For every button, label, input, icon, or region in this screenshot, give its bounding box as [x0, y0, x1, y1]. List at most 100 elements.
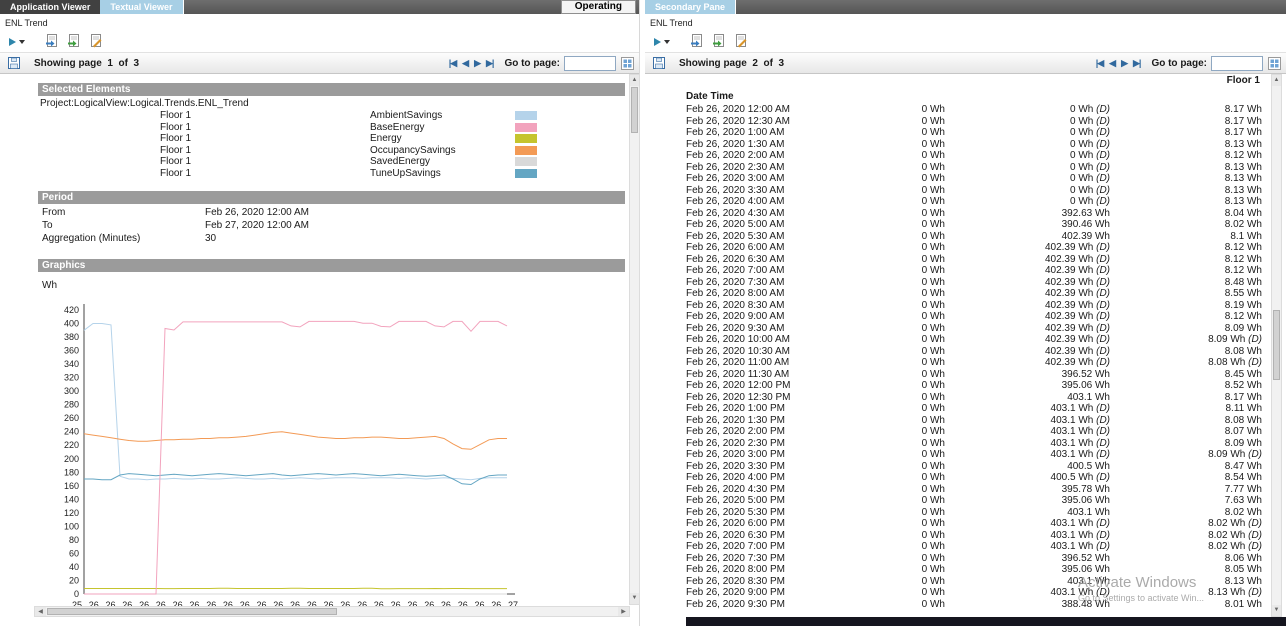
scroll-up-icon[interactable]: ▲: [1272, 75, 1281, 86]
next-page-button[interactable]: ▶: [1118, 58, 1130, 69]
table-row[interactable]: Feb 26, 2020 5:30 AM 0 Wh 402.39 Wh 8.1 …: [680, 231, 1270, 243]
cell-value-3: 8.02 Wh (D): [1110, 541, 1262, 553]
table-row[interactable]: Feb 26, 2020 9:30 AM 0 Wh 402.39 Wh (D) …: [680, 323, 1270, 335]
table-row[interactable]: Feb 26, 2020 8:00 AM 0 Wh 402.39 Wh (D) …: [680, 288, 1270, 300]
right-vertical-scrollbar[interactable]: ▲ ▼: [1271, 74, 1282, 617]
table-row[interactable]: Feb 26, 2020 1:30 AM 0 Wh 0 Wh (D) 8.13 …: [680, 139, 1270, 151]
table-row[interactable]: Feb 26, 2020 4:30 PM 0 Wh 395.78 Wh 7.77…: [680, 484, 1270, 496]
table-row[interactable]: Feb 26, 2020 1:30 PM 0 Wh 403.1 Wh (D) 8…: [680, 415, 1270, 427]
table-row[interactable]: Feb 26, 2020 7:30 AM 0 Wh 402.39 Wh (D) …: [680, 277, 1270, 289]
table-row[interactable]: Feb 26, 2020 10:30 AM 0 Wh 402.39 Wh (D)…: [680, 346, 1270, 358]
last-page-button[interactable]: ▶|: [1130, 58, 1143, 69]
legend-item[interactable]: Floor 1 Energy: [34, 133, 630, 145]
left-vscroll-thumb[interactable]: [631, 87, 638, 133]
scroll-left-icon[interactable]: ◀: [35, 607, 46, 616]
cell-datetime: Feb 26, 2020 7:30 PM: [680, 553, 850, 565]
table-row[interactable]: Feb 26, 2020 6:00 PM 0 Wh 403.1 Wh (D) 8…: [680, 518, 1270, 530]
scroll-down-icon[interactable]: ▼: [1272, 605, 1281, 616]
table-row[interactable]: Feb 26, 2020 2:30 AM 0 Wh 0 Wh (D) 8.13 …: [680, 162, 1270, 174]
legend-item[interactable]: Floor 1 SavedEnergy: [34, 156, 630, 168]
save-icon[interactable]: [653, 57, 665, 69]
scroll-up-icon[interactable]: ▲: [630, 75, 639, 86]
run-icon[interactable]: [652, 37, 670, 47]
period-label: Aggregation (Minutes): [42, 232, 140, 245]
table-row[interactable]: Feb 26, 2020 11:30 AM 0 Wh 396.52 Wh 8.4…: [680, 369, 1270, 381]
export-document-icon[interactable]: [688, 34, 705, 50]
table-row[interactable]: Feb 26, 2020 9:00 AM 0 Wh 402.39 Wh (D) …: [680, 311, 1270, 323]
table-row[interactable]: Feb 26, 2020 1:00 AM 0 Wh 0 Wh (D) 8.17 …: [680, 127, 1270, 139]
table-row[interactable]: Feb 26, 2020 8:30 AM 0 Wh 402.39 Wh (D) …: [680, 300, 1270, 312]
cell-value-2: 402.39 Wh (D): [945, 277, 1110, 289]
table-row[interactable]: Feb 26, 2020 11:00 AM 0 Wh 402.39 Wh (D)…: [680, 357, 1270, 369]
table-row[interactable]: Feb 26, 2020 3:00 AM 0 Wh 0 Wh (D) 8.13 …: [680, 173, 1270, 185]
print-document-icon[interactable]: [732, 34, 749, 50]
tab-textual-viewer[interactable]: Textual Viewer: [100, 0, 183, 14]
table-row[interactable]: Feb 26, 2020 3:00 PM 0 Wh 403.1 Wh (D) 8…: [680, 449, 1270, 461]
scroll-right-icon[interactable]: ▶: [618, 607, 629, 616]
legend-item[interactable]: Floor 1 AmbientSavings: [34, 110, 630, 122]
run-options-chevron-icon[interactable]: [664, 40, 670, 44]
cell-value-3: 8.08 Wh (D): [1110, 357, 1262, 369]
run-options-chevron-icon[interactable]: [19, 40, 25, 44]
table-row[interactable]: Feb 26, 2020 9:30 PM 0 Wh 388.48 Wh 8.01…: [680, 599, 1270, 611]
legend-item[interactable]: Floor 1 OccupancySavings: [34, 145, 630, 157]
left-vertical-scrollbar[interactable]: ▲ ▼: [629, 74, 640, 605]
prev-page-button[interactable]: ◀: [459, 58, 471, 69]
table-row[interactable]: Feb 26, 2020 2:00 PM 0 Wh 403.1 Wh (D) 8…: [680, 426, 1270, 438]
last-page-button[interactable]: ▶|: [483, 58, 496, 69]
import-document-icon[interactable]: [65, 34, 82, 50]
table-row[interactable]: Feb 26, 2020 4:30 AM 0 Wh 392.63 Wh 8.04…: [680, 208, 1270, 220]
run-icon[interactable]: [7, 37, 25, 47]
scroll-down-icon[interactable]: ▼: [630, 593, 639, 604]
table-row[interactable]: Feb 26, 2020 8:30 PM 0 Wh 403.1 Wh 8.13 …: [680, 576, 1270, 588]
table-row[interactable]: Feb 26, 2020 7:00 PM 0 Wh 403.1 Wh (D) 8…: [680, 541, 1270, 553]
cell-value-3: 8.55 Wh: [1110, 288, 1262, 300]
table-row[interactable]: Feb 26, 2020 3:30 PM 0 Wh 400.5 Wh 8.47 …: [680, 461, 1270, 473]
cell-value-1: 0 Wh: [850, 484, 945, 496]
table-row[interactable]: Feb 26, 2020 6:30 AM 0 Wh 402.39 Wh (D) …: [680, 254, 1270, 266]
table-row[interactable]: Feb 26, 2020 12:00 AM 0 Wh 0 Wh (D) 8.17…: [680, 104, 1270, 116]
export-document-icon[interactable]: [43, 34, 60, 50]
table-row[interactable]: Feb 26, 2020 7:00 AM 0 Wh 402.39 Wh (D) …: [680, 265, 1270, 277]
cell-datetime: Feb 26, 2020 3:30 AM: [680, 185, 850, 197]
table-row[interactable]: Feb 26, 2020 4:00 PM 0 Wh 400.5 Wh (D) 8…: [680, 472, 1270, 484]
table-row[interactable]: Feb 26, 2020 2:00 AM 0 Wh 0 Wh (D) 8.12 …: [680, 150, 1270, 162]
table-row[interactable]: Feb 26, 2020 12:30 PM 0 Wh 403.1 Wh 8.17…: [680, 392, 1270, 404]
goto-page-input[interactable]: [1211, 56, 1263, 71]
print-document-icon[interactable]: [87, 34, 104, 50]
export-table-icon[interactable]: [621, 57, 634, 70]
table-row[interactable]: Feb 26, 2020 6:30 PM 0 Wh 403.1 Wh (D) 8…: [680, 530, 1270, 542]
tab-secondary-pane[interactable]: Secondary Pane: [645, 0, 736, 14]
legend-item[interactable]: Floor 1 BaseEnergy: [34, 122, 630, 134]
left-hscroll-thumb[interactable]: [47, 608, 337, 615]
table-row[interactable]: Feb 26, 2020 5:00 AM 0 Wh 390.46 Wh 8.02…: [680, 219, 1270, 231]
table-row[interactable]: Feb 26, 2020 1:00 PM 0 Wh 403.1 Wh (D) 8…: [680, 403, 1270, 415]
table-row[interactable]: Feb 26, 2020 7:30 PM 0 Wh 396.52 Wh 8.06…: [680, 553, 1270, 565]
save-icon[interactable]: [8, 57, 20, 69]
prev-page-button[interactable]: ◀: [1106, 58, 1118, 69]
legend-item[interactable]: Floor 1 TuneUpSavings: [34, 168, 630, 180]
table-row[interactable]: Feb 26, 2020 4:00 AM 0 Wh 0 Wh (D) 8.13 …: [680, 196, 1270, 208]
next-page-button[interactable]: ▶: [471, 58, 483, 69]
first-page-button[interactable]: |◀: [1093, 58, 1106, 69]
goto-page-input[interactable]: [564, 56, 616, 71]
cell-value-3: 8.45 Wh: [1110, 369, 1262, 381]
first-page-button[interactable]: |◀: [446, 58, 459, 69]
table-row[interactable]: Feb 26, 2020 2:30 PM 0 Wh 403.1 Wh (D) 8…: [680, 438, 1270, 450]
table-row[interactable]: Feb 26, 2020 8:00 PM 0 Wh 395.06 Wh 8.05…: [680, 564, 1270, 576]
table-row[interactable]: Feb 26, 2020 5:00 PM 0 Wh 395.06 Wh 7.63…: [680, 495, 1270, 507]
right-vscroll-thumb[interactable]: [1273, 310, 1280, 380]
table-row[interactable]: Feb 26, 2020 3:30 AM 0 Wh 0 Wh (D) 8.13 …: [680, 185, 1270, 197]
operating-button[interactable]: Operating: [561, 0, 636, 14]
table-row[interactable]: Feb 26, 2020 6:00 AM 0 Wh 402.39 Wh (D) …: [680, 242, 1270, 254]
table-row[interactable]: Feb 26, 2020 5:30 PM 0 Wh 403.1 Wh 8.02 …: [680, 507, 1270, 519]
export-table-icon[interactable]: [1268, 57, 1281, 70]
import-document-icon[interactable]: [710, 34, 727, 50]
table-row[interactable]: Feb 26, 2020 12:30 AM 0 Wh 0 Wh (D) 8.17…: [680, 116, 1270, 128]
table-row[interactable]: Feb 26, 2020 9:00 PM 0 Wh 403.1 Wh (D) 8…: [680, 587, 1270, 599]
tab-application-viewer[interactable]: Application Viewer: [0, 0, 100, 14]
table-row[interactable]: Feb 26, 2020 10:00 AM 0 Wh 402.39 Wh (D)…: [680, 334, 1270, 346]
table-row[interactable]: Feb 26, 2020 12:00 PM 0 Wh 395.06 Wh 8.5…: [680, 380, 1270, 392]
cell-value-2: 400.5 Wh (D): [945, 472, 1110, 484]
left-horizontal-scrollbar[interactable]: ◀ ▶: [34, 606, 630, 617]
